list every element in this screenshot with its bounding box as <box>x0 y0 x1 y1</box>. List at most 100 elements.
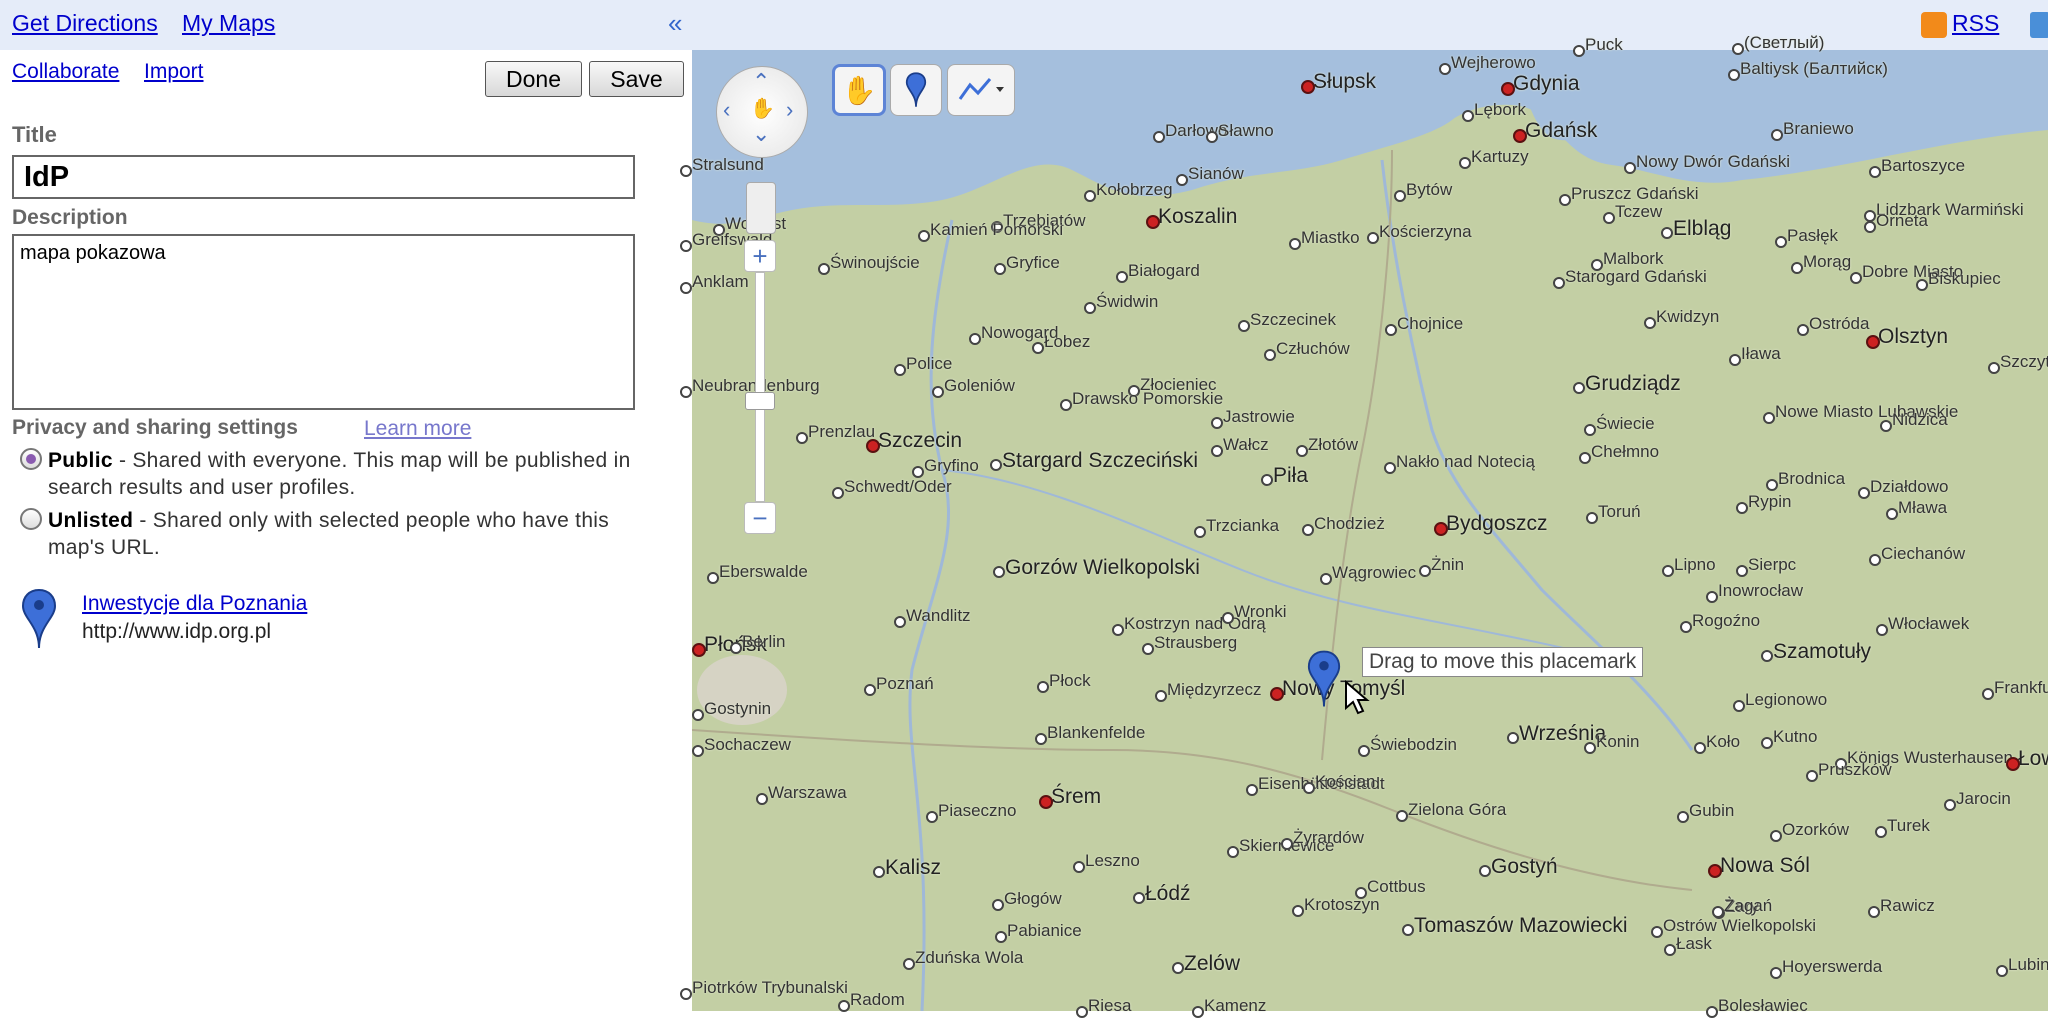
rss-link[interactable]: RSS <box>1952 10 1999 37</box>
map-city-dot <box>680 240 692 252</box>
map-city-dot <box>1192 1006 1204 1018</box>
map-city-dot <box>1876 624 1888 636</box>
public-radio[interactable] <box>20 448 42 470</box>
map-city-dot <box>1775 236 1787 248</box>
map-city-label: Ciechanów <box>1881 544 1966 563</box>
map-city-dot <box>1706 1006 1718 1018</box>
my-maps-link[interactable]: My Maps <box>182 10 275 37</box>
map-city-dot <box>1133 892 1145 904</box>
street-view-pegman-icon[interactable] <box>746 182 776 234</box>
link-icon[interactable] <box>2030 12 2048 38</box>
map-city-label: Gostynin <box>704 699 772 718</box>
map-city-dot <box>1507 732 1519 744</box>
map-city-label: Kościan <box>1315 772 1376 791</box>
map-city-label: Tczew <box>1615 202 1663 221</box>
map-city-dot <box>993 566 1005 578</box>
save-button[interactable]: Save <box>589 61 684 97</box>
placemark-name-link[interactable]: Inwestycje dla Poznania <box>82 592 307 616</box>
map-city-dot <box>1211 445 1223 457</box>
map-city-dot <box>1869 554 1881 566</box>
map-city-label: Ostróda <box>1809 314 1870 333</box>
pan-control[interactable]: ⌃ ‹ › ⌄ ✋ <box>716 66 808 158</box>
map-city-label: Białogard <box>1128 261 1200 280</box>
map-city-label: Orneta <box>1876 211 1928 230</box>
zoom-in-button[interactable]: + <box>744 240 776 272</box>
import-link[interactable]: Import <box>144 60 204 84</box>
map-city-label: Braniewo <box>1783 119 1854 138</box>
map-city-dot <box>1073 861 1085 873</box>
map-city-label: Gdynia <box>1513 72 1580 95</box>
map-city-dot <box>1579 452 1591 464</box>
map-city-label: Gryfino <box>924 456 979 475</box>
map-city-dot <box>1076 1006 1088 1018</box>
map-city-label: Trzcianka <box>1206 516 1280 535</box>
zoom-slider-thumb[interactable] <box>745 392 775 410</box>
map-placemark-icon[interactable] <box>1306 648 1342 710</box>
map-city-dot <box>1680 621 1692 633</box>
map-city-dot <box>1806 770 1818 782</box>
pan-right-icon[interactable]: › <box>786 97 793 123</box>
map-city-dot <box>1770 967 1782 979</box>
map-city-dot <box>2006 757 2020 771</box>
map-city-label: Radom <box>850 990 905 1009</box>
map-city-dot <box>1194 526 1206 538</box>
map-city-dot <box>1864 221 1876 233</box>
unlisted-option-label: Unlisted <box>48 509 134 532</box>
map-city-label: Prenzlau <box>808 422 876 441</box>
collapse-panel-icon[interactable]: « <box>668 8 682 39</box>
unlisted-radio[interactable] <box>20 508 42 530</box>
map-city-label: Morąg <box>1803 252 1852 271</box>
map-city-label: Iława <box>1741 344 1781 363</box>
map-city-dot <box>1559 194 1571 206</box>
zoom-slider-track[interactable] <box>755 272 765 502</box>
map-city-label: Nowy Dwór Gdański <box>1636 152 1790 171</box>
map-city-dot <box>1270 687 1284 701</box>
line-tool-button[interactable] <box>947 64 1015 116</box>
map-city-label: Wejherowo <box>1451 53 1536 72</box>
placemark-tool-button[interactable] <box>890 64 942 116</box>
map-city-dot <box>1419 565 1431 577</box>
map-city-label: Gorzów Wielkopolski <box>1005 556 1200 579</box>
map-city-dot <box>1797 324 1809 336</box>
title-input[interactable]: IdP <box>12 155 635 199</box>
map-city-dot <box>1573 382 1585 394</box>
map-city-label: Chełmno <box>1591 442 1660 461</box>
map-city-dot <box>1880 420 1892 432</box>
hand-tool-button[interactable]: ✋ <box>832 64 886 116</box>
zoom-out-button[interactable]: − <box>744 502 776 534</box>
placemark-tool-icon <box>905 72 927 107</box>
map-city-label: Berlin <box>742 632 786 651</box>
map-city-dot <box>1584 742 1596 754</box>
done-button[interactable]: Done <box>485 61 582 97</box>
rss-icon[interactable] <box>1921 12 1947 38</box>
map-city-dot <box>1603 212 1615 224</box>
collaborate-link[interactable]: Collaborate <box>12 60 119 84</box>
mouse-cursor-icon <box>1345 680 1370 715</box>
map-city-label: Turek <box>1887 816 1930 835</box>
pan-down-icon[interactable]: ⌄ <box>752 121 770 147</box>
map-city-label: Chojnice <box>1397 314 1464 333</box>
learn-more-link[interactable]: Learn more <box>364 417 471 441</box>
map-city-dot <box>838 1000 850 1012</box>
placemark-pin-icon[interactable] <box>20 588 58 650</box>
map-city-label: Szczecin <box>878 429 963 452</box>
map-city-label: Łobez <box>1044 332 1091 351</box>
map-city-label: Bartoszyce <box>1881 156 1966 175</box>
map-city-label: Sochaczew <box>704 735 791 754</box>
get-directions-link[interactable]: Get Directions <box>12 10 158 37</box>
description-textarea[interactable]: mapa pokazowa <box>12 234 635 410</box>
pan-left-icon[interactable]: ‹ <box>723 97 730 123</box>
pan-up-icon[interactable]: ⌃ <box>752 69 770 95</box>
map-city-dot <box>894 616 906 628</box>
map-city-label: Anklam <box>692 272 749 291</box>
map-city-label: Szamotuły <box>1773 640 1872 663</box>
map-city-label: Wandlitz <box>906 606 971 625</box>
public-option-description: - Shared with everyone. This map will be… <box>48 449 631 499</box>
map-city-label: Szczytno <box>2000 352 2048 371</box>
map-city-label: Włocławek <box>1888 614 1970 633</box>
map-city-dot <box>1039 795 1053 809</box>
map-city-label: Nakło nad Notecią <box>1396 452 1535 471</box>
privacy-settings-label: Privacy and sharing settings <box>12 416 298 439</box>
map-city-label: Żnin <box>1431 555 1465 574</box>
map-city-dot <box>1771 129 1783 141</box>
